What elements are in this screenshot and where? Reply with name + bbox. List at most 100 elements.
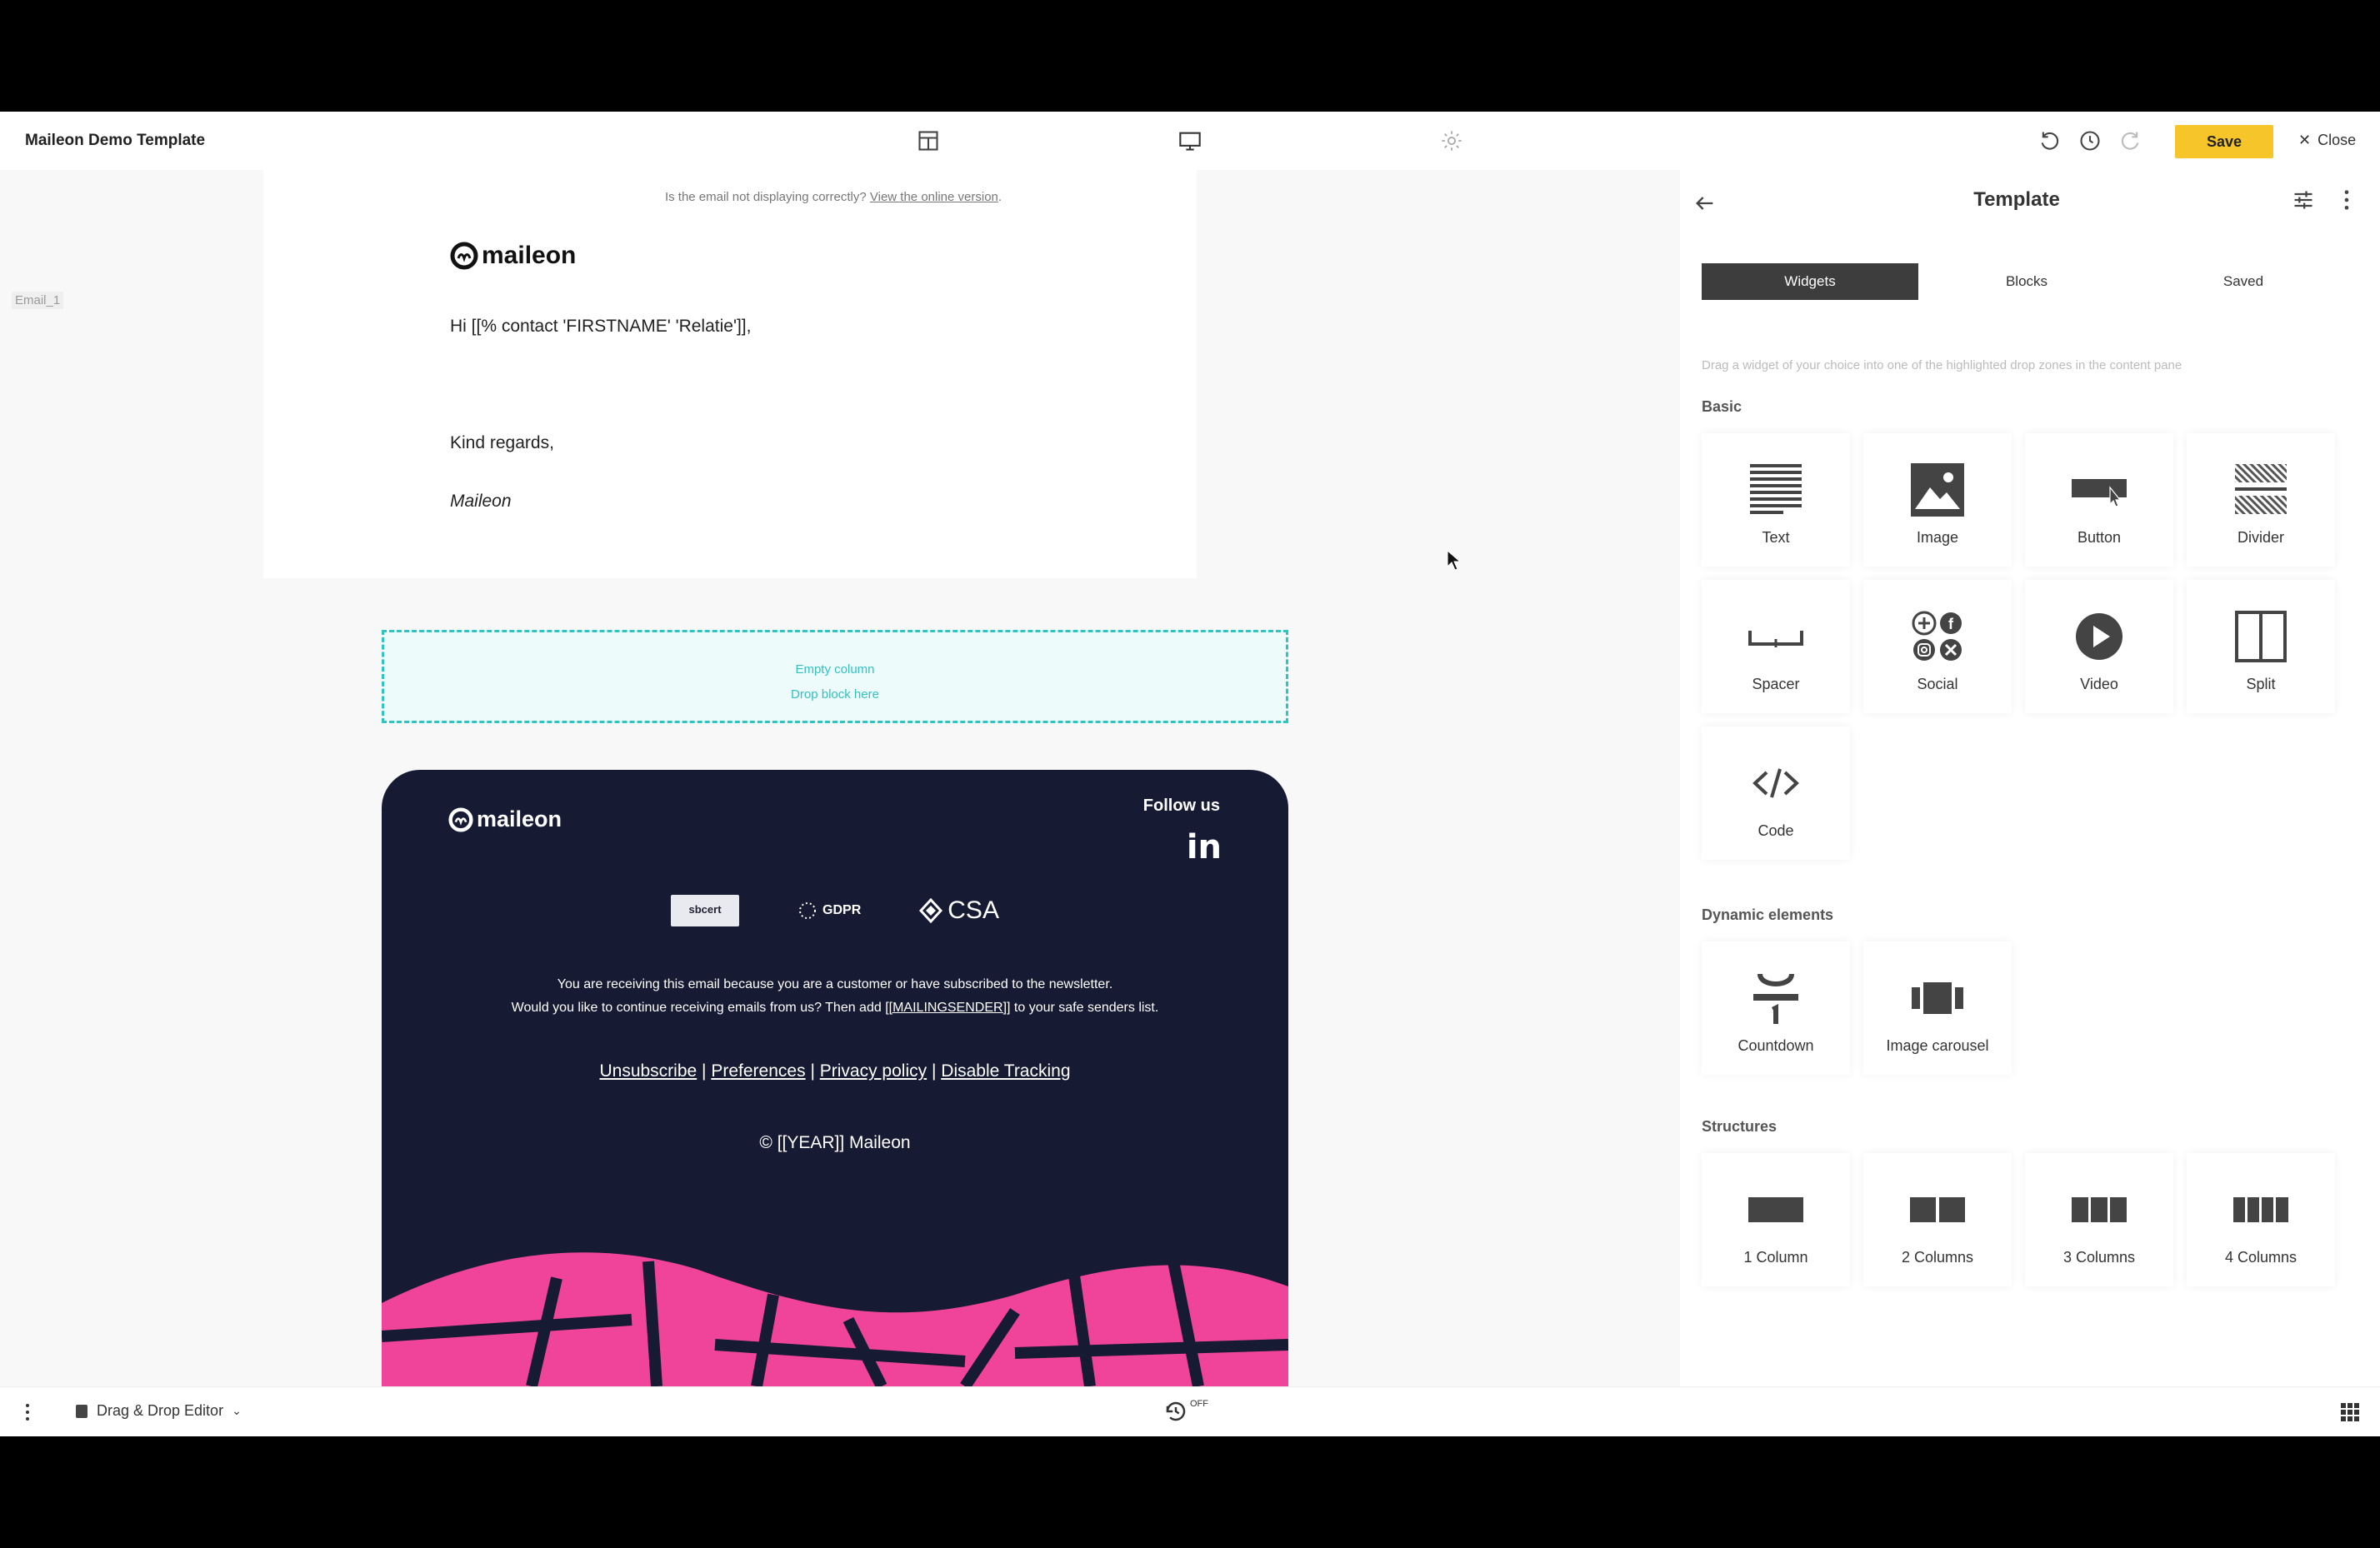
structure-label: 4 Columns: [2224, 1249, 2298, 1266]
tab-widgets[interactable]: Widgets: [1702, 263, 1918, 300]
tab-blocks[interactable]: Blocks: [1918, 263, 2135, 300]
mouse-cursor-icon: [1447, 550, 1462, 571]
email-footer-block[interactable]: maileon Follow us in sbcert GDPR CSA You…: [382, 770, 1288, 1386]
csa-diamond-icon: [919, 898, 943, 923]
privacy-policy-link[interactable]: Privacy policy: [820, 1061, 927, 1081]
structures-grid: 1 Column 2 Columns 3 Columns 4 Columns: [1702, 1153, 2335, 1286]
unsubscribe-link[interactable]: Unsubscribe: [599, 1061, 697, 1081]
widget-image[interactable]: Image: [1863, 433, 2012, 567]
preferences-link[interactable]: Preferences: [711, 1061, 805, 1081]
structure-label: 3 Columns: [2062, 1249, 2136, 1266]
drag-hint: Drag a widget of your choice into one of…: [1702, 358, 2182, 372]
maileon-logo-text: maileon: [482, 242, 577, 269]
image-icon: [1911, 463, 1964, 517]
widget-split[interactable]: Split: [2187, 580, 2335, 713]
undo-icon[interactable]: [2037, 127, 2063, 154]
regards-text: Kind regards,: [450, 433, 554, 452]
structure-2-columns[interactable]: 2 Columns: [1863, 1153, 2012, 1286]
widget-video[interactable]: Video: [2025, 580, 2173, 713]
top-toolbar: Maileon Demo Template Save ✕ Close: [0, 112, 2380, 170]
spacer-icon: [1748, 631, 1803, 647]
section-structures-title: Structures: [1702, 1118, 1778, 1135]
widget-label: Image: [1916, 529, 1959, 546]
desktop-preview-icon[interactable]: [1177, 127, 1203, 154]
footer-text-line2-prefix: Would you like to continue receiving ema…: [511, 1001, 882, 1015]
widget-label: Video: [2080, 676, 2118, 692]
structure-label: 1 Column: [1743, 1249, 1808, 1266]
email-canvas: Email_1 Is the email not displaying corr…: [0, 170, 1680, 1386]
history-icon[interactable]: [2077, 127, 2103, 154]
drop-zone-line2: Drop block here: [791, 687, 879, 702]
sliders-icon[interactable]: [2292, 188, 2315, 216]
linkedin-icon[interactable]: in: [1187, 828, 1222, 866]
tab-saved[interactable]: Saved: [2135, 263, 2352, 300]
chevron-down-icon: ⌄: [232, 1404, 242, 1417]
widget-image-carousel[interactable]: Image carousel: [1863, 941, 2012, 1075]
signoff-text: Maileon: [450, 492, 512, 511]
template-title: Maileon Demo Template: [25, 132, 206, 149]
widget-button[interactable]: Button: [2025, 433, 2173, 567]
drop-zone-line1: Empty column: [795, 662, 875, 677]
widget-social[interactable]: f Social: [1863, 580, 2012, 713]
section-dynamic-title: Dynamic elements: [1702, 906, 1834, 923]
autosave-status: OFF: [1190, 1399, 1208, 1409]
structure-4-columns[interactable]: 4 Columns: [2187, 1153, 2335, 1286]
widget-label: Image carousel: [1886, 1037, 1989, 1054]
close-icon: ✕: [2298, 132, 2312, 148]
footer-logo-icon: [448, 806, 473, 832]
split-icon: [2235, 611, 2287, 662]
more-vertical-icon[interactable]: [2342, 188, 2352, 216]
link-separator: |: [810, 1061, 815, 1081]
layout-icon[interactable]: [915, 127, 942, 154]
copyright-text: © [[YEAR]] Maileon: [759, 1133, 911, 1152]
basic-widgets-grid: Text Image Button Divider Spacer f Socia…: [1702, 433, 2335, 860]
footer-logo-text: maileon: [477, 806, 562, 831]
autosave-icon: [1166, 1401, 1186, 1421]
footer-text-line2-suffix: to your safe senders list.: [1013, 1001, 1159, 1015]
editor-app: Maileon Demo Template Save ✕ Close Email…: [0, 112, 2380, 1436]
structure-1-column[interactable]: 1 Column: [1702, 1153, 1850, 1286]
widget-label: Divider: [2237, 529, 2284, 546]
link-separator: |: [702, 1061, 707, 1081]
widget-label: Text: [1762, 529, 1790, 546]
online-version-link[interactable]: View the online version: [870, 190, 998, 204]
editor-mode-selector[interactable]: Drag & Drop Editor ⌄: [75, 1402, 242, 1420]
save-button[interactable]: Save: [2175, 125, 2273, 158]
redo-icon[interactable]: [2117, 127, 2143, 154]
widget-text[interactable]: Text: [1702, 433, 1850, 567]
settings-icon[interactable]: [1438, 127, 1465, 154]
drop-zone[interactable]: Empty column Drop block here: [382, 630, 1288, 723]
footer-disclaimer: You are receiving this email because you…: [382, 973, 1288, 1020]
widgets-panel: Template Widgets Blocks Saved Drag a wid…: [1680, 170, 2380, 1386]
online-prefix: Is the email not displaying correctly?: [664, 190, 867, 204]
footer-text-line1: You are receiving this email because you…: [557, 977, 1113, 991]
video-icon: [2076, 613, 2122, 660]
widget-spacer[interactable]: Spacer: [1702, 580, 1850, 713]
online-suffix: .: [998, 190, 1002, 204]
disable-tracking-link[interactable]: Disable Tracking: [941, 1061, 1070, 1081]
gdpr-badge: GDPR: [798, 901, 861, 921]
widget-divider[interactable]: Divider: [2187, 433, 2335, 567]
email-label: Email_1: [12, 292, 64, 309]
close-button[interactable]: ✕ Close: [2298, 132, 2356, 149]
dynamic-widgets-grid: Countdown Image carousel: [1702, 941, 2335, 1075]
widget-label: Button: [2077, 529, 2122, 546]
sbcert-badge: sbcert: [671, 895, 740, 926]
widget-label: Code: [1758, 822, 1794, 839]
divider-icon: [2235, 464, 2287, 514]
autosave-toggle[interactable]: OFF: [1163, 1399, 1208, 1424]
decorative-wave-art: [382, 1252, 1288, 1386]
apps-grid-icon[interactable]: [2340, 1402, 2360, 1426]
text-icon: [1750, 464, 1802, 514]
maileon-logo-icon: [450, 242, 478, 270]
panel-tabs: Widgets Blocks Saved: [1702, 263, 2352, 300]
widget-code[interactable]: Code: [1702, 727, 1850, 860]
more-vertical-icon[interactable]: [23, 1402, 32, 1426]
widget-countdown[interactable]: Countdown: [1702, 941, 1850, 1075]
structure-3-columns[interactable]: 3 Columns: [2025, 1153, 2173, 1286]
countdown-icon: [1753, 973, 1798, 1024]
status-bar: Drag & Drop Editor ⌄ OFF: [0, 1386, 2380, 1436]
email-body-block[interactable]: [263, 170, 1197, 578]
carousel-icon: [1912, 982, 1963, 1014]
widget-label: Spacer: [1752, 676, 1800, 692]
